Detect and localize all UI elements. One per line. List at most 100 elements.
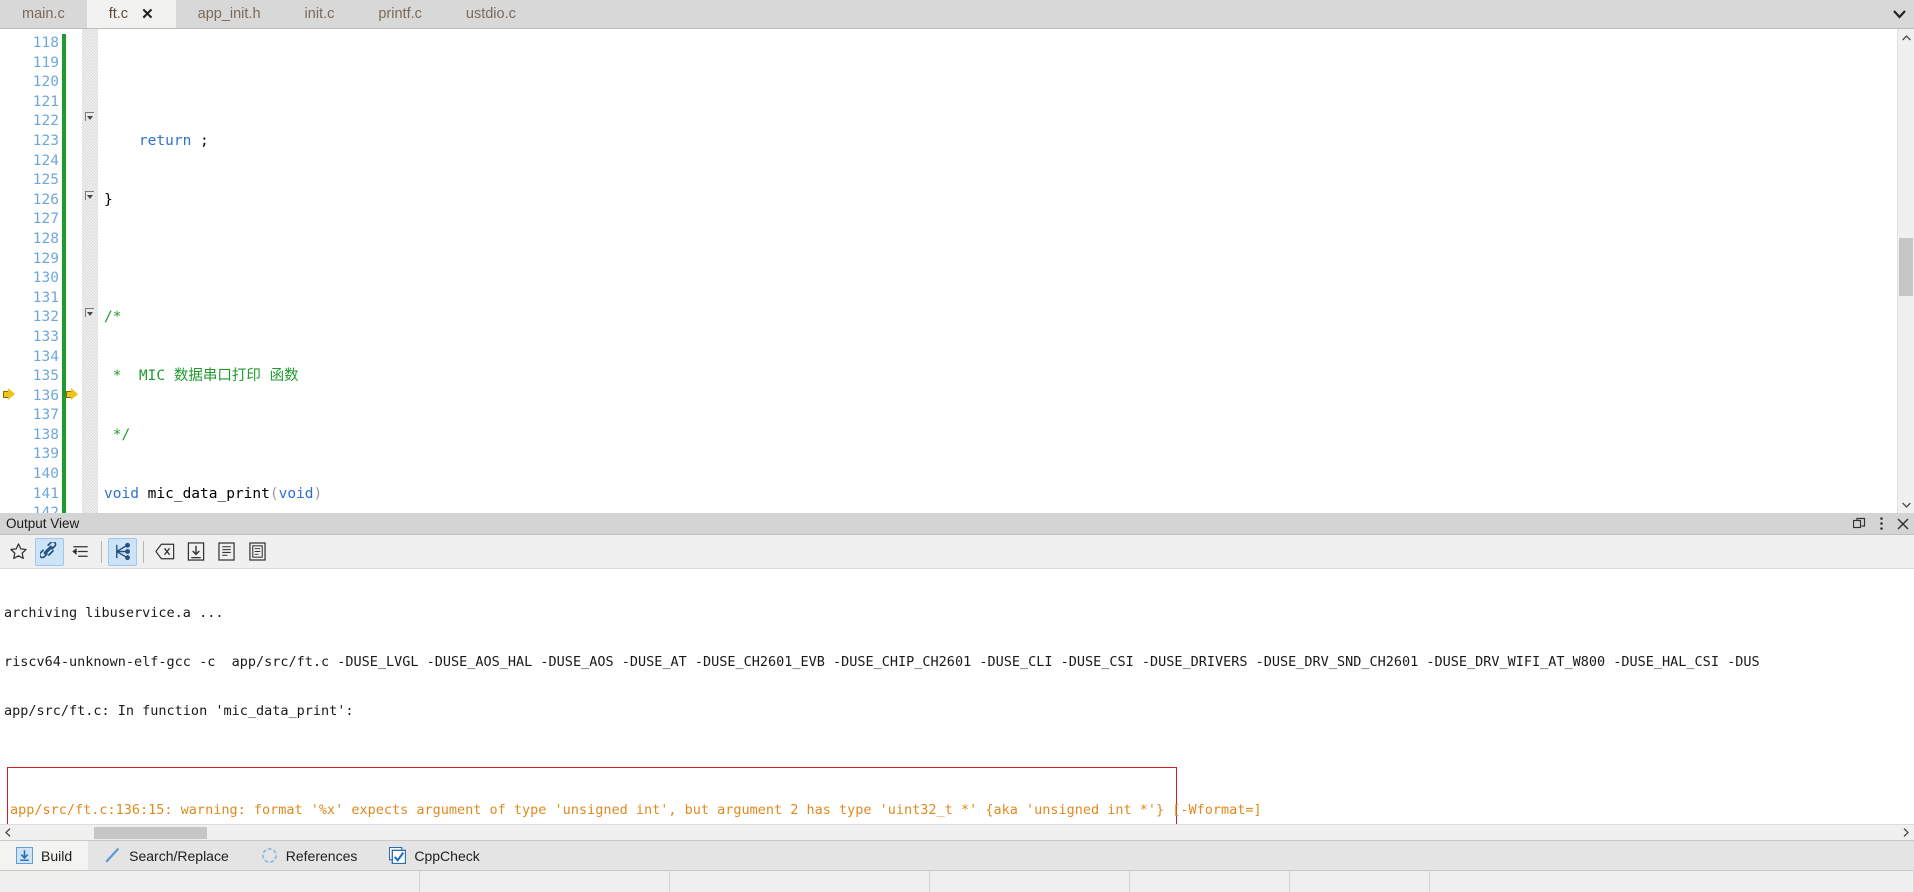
- line-number: 141: [32, 485, 59, 502]
- line-number: 138: [32, 426, 59, 443]
- status-cell: [670, 871, 930, 892]
- current-line-arrow-icon: [0, 387, 18, 407]
- status-cell: [0, 871, 420, 892]
- scrollbar-thumb[interactable]: [1899, 238, 1913, 296]
- close-icon[interactable]: ✕: [141, 7, 154, 22]
- tab-init-c[interactable]: init.c: [283, 0, 357, 28]
- bottom-tab-build[interactable]: Build: [0, 841, 89, 870]
- line-number: 133: [32, 328, 59, 345]
- scroll-right-icon[interactable]: [1898, 825, 1914, 841]
- line-number: 142: [18, 504, 59, 513]
- tab-label: printf.c: [378, 6, 422, 22]
- output-view-title: Output View: [6, 516, 80, 531]
- code-line: */: [104, 426, 131, 443]
- ide-window: main.c ft.c ✕ app_init.h init.c printf.c…: [0, 0, 1914, 892]
- bottom-tab-cppcheck[interactable]: CppCheck: [373, 841, 495, 870]
- tab-label: main.c: [22, 6, 65, 22]
- gutter-row: [0, 34, 18, 54]
- line-number-gutter: 118 119 120 121 122 123 124 125 126 127 128 129 130 1…: [18, 29, 62, 513]
- fold-toggle-icon[interactable]: [85, 191, 94, 200]
- line-number: 128: [32, 230, 59, 247]
- line-number: 140: [32, 466, 59, 483]
- scrollbar-thumb[interactable]: [94, 826, 207, 839]
- tab-ustdio-c[interactable]: ustdio.c: [444, 0, 538, 28]
- output-line: app/src/ft.c: In function 'mic_data_prin…: [4, 702, 354, 719]
- line-number: 131: [32, 289, 59, 306]
- status-bar: [0, 870, 1914, 892]
- line-number: 139: [32, 446, 59, 463]
- tab-printf-c[interactable]: printf.c: [356, 0, 444, 28]
- branch-icon[interactable]: [108, 537, 137, 566]
- status-cell: [420, 871, 670, 892]
- code-line: return ;: [138, 132, 209, 149]
- tab-app-init-h[interactable]: app_init.h: [176, 0, 283, 28]
- bottom-tab-label: Build: [41, 847, 73, 864]
- line-number: 130: [32, 270, 59, 287]
- toolbar-separator: [143, 540, 144, 563]
- tab-label: app_init.h: [197, 6, 261, 22]
- bottom-tab-label: References: [285, 847, 358, 864]
- line-number: 126: [32, 191, 59, 208]
- line-number: 125: [32, 172, 59, 189]
- bottom-tab-search-replace[interactable]: Search/Replace: [88, 841, 245, 870]
- pencil-icon: [104, 847, 121, 864]
- checkbox-icon: [389, 847, 407, 864]
- line-number: 137: [32, 407, 59, 424]
- scroll-left-icon[interactable]: [0, 825, 16, 841]
- close-icon[interactable]: [1892, 513, 1914, 535]
- toolbar-separator: [101, 540, 102, 563]
- link-icon[interactable]: [35, 537, 64, 566]
- bottom-panel-tabs: Build Search/Replace References CppCheck: [0, 840, 1914, 870]
- line-number: 120: [32, 74, 59, 91]
- bottom-tab-label: Search/Replace: [129, 847, 229, 864]
- output-view-panel: Output View archiving libuservice.a ... …: [0, 513, 1914, 840]
- paste-icon[interactable]: [243, 538, 272, 566]
- bottom-tab-label: CppCheck: [414, 847, 480, 864]
- save-icon[interactable]: [181, 538, 210, 566]
- code-editor[interactable]: 118 119 120 121 122 123 124 125 126 127 128 129 130 1…: [0, 29, 1897, 513]
- code-line: void mic_data_print(void): [104, 485, 323, 502]
- circle-icon: [261, 847, 278, 864]
- tab-ft-c[interactable]: ft.c ✕: [86, 0, 176, 28]
- status-cell: [1290, 871, 1430, 892]
- editor-vertical-scrollbar[interactable]: [1897, 29, 1914, 513]
- fold-toggle-icon[interactable]: [85, 112, 94, 121]
- tab-label: init.c: [304, 6, 335, 22]
- warning-block[interactable]: app/src/ft.c:136:15: warning: format '%x…: [7, 767, 1262, 824]
- scroll-up-icon[interactable]: [1898, 29, 1914, 46]
- code-editor-panel: 118 119 120 121 122 123 124 125 126 127 128 129 130 1…: [0, 29, 1914, 513]
- chevron-down-icon[interactable]: [1884, 0, 1914, 28]
- word-wrap-icon[interactable]: [66, 538, 95, 566]
- scroll-down-icon[interactable]: [1898, 496, 1914, 513]
- bottom-tab-references[interactable]: References: [245, 841, 374, 870]
- tab-bar-spacer: [538, 0, 1884, 28]
- line-number: 129: [32, 250, 59, 267]
- bookmark-icon[interactable]: [4, 538, 33, 566]
- output-horizontal-scrollbar[interactable]: [0, 824, 1914, 840]
- output-view-toolbar: [0, 535, 1914, 569]
- warning-headline: app/src/ft.c:136:15: warning: format '%x…: [10, 801, 1262, 818]
- float-icon[interactable]: [1848, 513, 1870, 535]
- editor-tab-bar: main.c ft.c ✕ app_init.h init.c printf.c…: [0, 0, 1914, 29]
- scrollbar-track[interactable]: [16, 825, 1898, 841]
- output-log[interactable]: archiving libuservice.a ... riscv64-unkn…: [0, 569, 1914, 824]
- line-number: 124: [32, 152, 59, 169]
- code-folding-gutter[interactable]: [82, 29, 98, 513]
- line-number: 123: [32, 132, 59, 149]
- line-number: 119: [32, 54, 59, 71]
- copy-icon[interactable]: [212, 538, 241, 566]
- code-text[interactable]: return ; } /* * MIC 数据串口打印 函数 */ void mi…: [98, 29, 1897, 513]
- clear-icon[interactable]: [150, 538, 179, 566]
- download-arrow-icon: [16, 847, 33, 864]
- line-number: 127: [32, 211, 59, 228]
- more-options-icon[interactable]: [1870, 513, 1892, 535]
- scrollbar-track[interactable]: [1898, 46, 1914, 496]
- code-line: /*: [104, 309, 122, 326]
- fold-toggle-icon[interactable]: [85, 308, 94, 317]
- debug-marker-gutter[interactable]: [66, 29, 82, 513]
- tab-main-c[interactable]: main.c: [0, 0, 87, 28]
- output-view-title-bar: Output View: [0, 513, 1914, 535]
- breakpoint-gutter[interactable]: [0, 29, 18, 513]
- output-line: archiving libuservice.a ...: [4, 605, 224, 622]
